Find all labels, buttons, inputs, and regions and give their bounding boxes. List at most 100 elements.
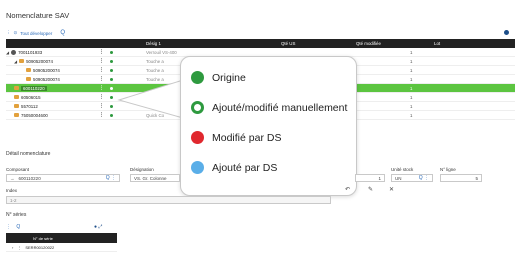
detail-section-title: Détail nomenclature [6,151,51,157]
serial-toolbar: ⋮ Q [6,224,20,230]
legend-label: Origine [212,71,246,84]
status-dot [110,96,113,99]
row-select-icon[interactable]: › [12,245,13,250]
status-dot [110,114,113,117]
folder-icon [26,68,31,72]
settings-icon[interactable]: ● [94,224,97,230]
designation-value: VS. Gr. Colonne [134,175,167,181]
folder-icon [14,86,19,90]
unite-stock-value: UN [395,175,402,181]
line-number-field[interactable]: 5 [440,174,482,182]
row-menu-icon[interactable]: ⋮ [99,103,104,109]
legend-pointer [117,79,184,119]
legend-item-origine: Origine [191,71,246,84]
row-code: 50905200074 [26,58,53,64]
quantity-field[interactable]: 1 [355,174,385,182]
folder-icon [14,104,19,108]
legend-label: Ajouté par DS [212,161,278,174]
arrow-icon: → [10,175,15,181]
serial-grid: N° de série › ⋮ SERR00120022 [6,233,117,252]
folder-icon [19,59,25,63]
folder-icon [14,113,19,117]
row-menu-icon[interactable]: ⋮ [99,85,104,91]
close-icon[interactable]: ✕ [389,186,394,193]
expand-icon[interactable]: ⤢ [98,224,102,230]
collapse-arrow-icon[interactable]: ◢ [6,50,9,55]
status-dot [110,51,113,54]
edit-icon[interactable]: ✎ [368,186,373,193]
grid-header: Désig 1 Qté US Qté modifiée Lot [6,39,515,48]
gear-icon [11,49,17,55]
status-legend-popup: Origine Ajouté/modifié manuellement Modi… [180,56,357,196]
table-row[interactable]: › ⋮ SERR00120022 [6,243,117,252]
blue-dot-icon [191,161,204,174]
row-qty-modified: 1 [410,85,413,91]
green-ring-icon [191,101,204,114]
serial-table-icons: ● ⤢ [94,224,102,230]
index-value: 1-2 [10,197,17,203]
row-qty-modified: 1 [410,49,413,55]
unite-stock-field[interactable]: UN Q ⋮ [391,174,433,182]
row-code: 75050004600 [21,112,48,118]
composant-field[interactable]: → 600110220 Q ⋮ [6,174,120,182]
red-dot-icon [191,131,204,144]
search-icon[interactable]: Q ⋮ [106,175,116,181]
row-qty-modified: 1 [410,76,413,82]
quantity-value: 1 [378,175,381,181]
legend-label: Ajouté/modifié manuellement [212,101,348,114]
folder-icon [26,77,31,81]
search-icon[interactable]: Q [60,30,65,36]
row-designation: Touche a [146,67,164,73]
row-code: 600110220 [21,85,47,91]
more-options-icon[interactable]: ⋮ [6,30,11,36]
row-menu-icon[interactable]: ⋮ [99,67,104,73]
row-menu-icon[interactable]: ⋮ [17,245,21,250]
column-header-qty-us[interactable]: Qté US [281,41,295,46]
row-code: 50905200074 [33,67,60,73]
row-code: 5570112 [21,103,38,109]
row-code: 7001101933 [18,49,43,55]
search-icon[interactable]: Q ⋮ [419,175,429,181]
row-code: 60506015 [21,94,41,100]
search-icon[interactable]: Q [16,224,20,230]
expand-all-icon[interactable]: ⊙ [14,30,18,36]
unite-stock-label: Unité stock [391,167,414,172]
legend-item-added-ds: Ajouté par DS [191,161,277,174]
page-title: Nomenclature SAV [6,11,70,20]
row-menu-icon[interactable]: ⋮ [99,112,104,118]
status-dot [110,60,113,63]
legend-item-modified-ds: Modifié par DS [191,131,281,144]
folder-icon [14,95,19,99]
column-header-qty-modified[interactable]: Qté modifiée [356,41,381,46]
status-dot [110,69,113,72]
composant-value: 600110220 [18,175,41,181]
serial-grid-header: N° de série [6,233,117,243]
row-designation: Touche a [146,58,164,64]
line-number-value: 5 [475,175,478,181]
reset-icon[interactable]: ↶ [345,186,350,193]
row-qty-modified: 1 [410,112,413,118]
collapse-arrow-icon[interactable]: ◢ [14,59,17,64]
column-header-serial[interactable]: N° de série [33,236,53,241]
index-field[interactable]: 1-2 [6,196,331,204]
row-menu-icon[interactable]: ⋮ [99,49,104,55]
row-menu-icon[interactable]: ⋮ [99,76,104,82]
row-qty-modified: 1 [410,94,413,100]
main-toolbar: ⋮ ⊙ Tout développer Q [6,30,65,36]
expand-all-button[interactable]: Tout développer [20,31,52,36]
status-dot [110,87,113,90]
row-qty-modified: 1 [410,67,413,73]
row-menu-icon[interactable]: ⋮ [99,58,104,64]
column-header-lot[interactable]: Lot [434,41,440,46]
designation-field[interactable]: VS. Gr. Colonne [130,174,180,182]
line-number-label: N° ligne [440,167,456,172]
more-options-icon[interactable]: ⋮ [6,224,11,230]
settings-icon[interactable] [504,30,509,35]
designation-label: Désignation [130,167,154,172]
green-dot-icon [191,71,204,84]
row-menu-icon[interactable]: ⋮ [99,94,104,100]
serial-section-title: N° séries [6,212,27,218]
row-code: 50905200074 [33,76,60,82]
legend-item-manual: Ajouté/modifié manuellement [191,101,347,114]
column-header-designation[interactable]: Désig 1 [146,41,161,46]
